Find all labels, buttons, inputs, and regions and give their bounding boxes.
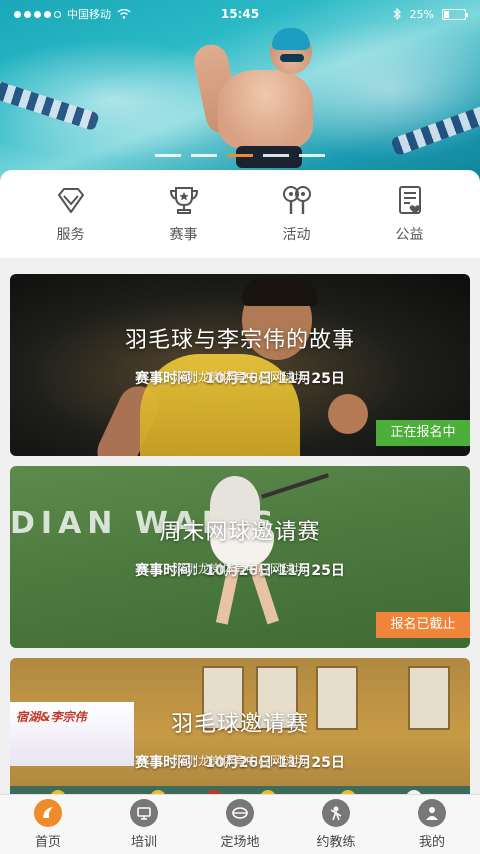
status-badge: 正在报名中 bbox=[376, 420, 470, 446]
clock: 15:45 bbox=[220, 7, 260, 21]
profile-icon bbox=[418, 799, 446, 827]
tab-label: 约教练 bbox=[316, 835, 356, 850]
carousel-dot[interactable] bbox=[155, 154, 181, 157]
trophy-icon bbox=[169, 187, 198, 214]
carousel-dot-active[interactable] bbox=[227, 154, 253, 157]
swimmer-body bbox=[218, 70, 313, 150]
event-card[interactable]: 羽毛球与李宗伟的故事 赛事时间：10月26日-11月25日 深圳龙岗体育中心网球… bbox=[10, 274, 470, 456]
tab-label: 定场地 bbox=[220, 835, 260, 850]
tab-profile[interactable]: 我的 bbox=[387, 799, 477, 850]
event-list: 羽毛球与李宗伟的故事 赛事时间：10月26日-11月25日 深圳龙岗体育中心网球… bbox=[10, 274, 470, 850]
tab-book-court[interactable]: 定场地 bbox=[195, 799, 285, 850]
event-title: 周末网球邀请赛 bbox=[159, 520, 321, 545]
category-charity[interactable]: 公益 bbox=[365, 184, 455, 244]
tab-home[interactable]: 首页 bbox=[3, 799, 93, 850]
category-label: 服务 bbox=[56, 227, 85, 243]
battery-icon bbox=[442, 8, 468, 20]
coach-icon bbox=[322, 799, 350, 827]
swim-shorts bbox=[236, 146, 302, 168]
status-badge: 报名已截止 bbox=[376, 612, 470, 638]
carousel-dot[interactable] bbox=[191, 154, 217, 157]
goggles bbox=[280, 54, 304, 62]
home-icon bbox=[34, 799, 62, 827]
event-venue: 深圳龙岗体育中心网球场 bbox=[173, 562, 306, 576]
category-label: 活动 bbox=[282, 227, 311, 243]
event-venue: 深圳龙岗体育中心网球场 bbox=[173, 754, 306, 768]
diamond-icon bbox=[57, 188, 84, 213]
tab-training[interactable]: 培训 bbox=[99, 799, 189, 850]
carousel-dot[interactable] bbox=[299, 154, 325, 157]
clipboard-heart-icon bbox=[398, 186, 421, 214]
court-booking-icon bbox=[226, 799, 254, 827]
category-service[interactable]: 服务 bbox=[26, 184, 116, 244]
bottom-tab-bar: 首页 培训 定场地 约教练 我的 bbox=[0, 794, 480, 854]
training-icon bbox=[130, 799, 158, 827]
carousel-dot[interactable] bbox=[263, 154, 289, 157]
event-title: 羽毛球邀请赛 bbox=[170, 712, 309, 737]
carousel-indicators bbox=[0, 154, 480, 157]
event-title: 羽毛球与李宗伟的故事 bbox=[124, 328, 355, 353]
category-label: 公益 bbox=[395, 227, 424, 243]
category-competition[interactable]: 赛事 bbox=[139, 184, 229, 244]
tab-label: 我的 bbox=[418, 835, 445, 850]
category-activity[interactable]: 活动 bbox=[252, 184, 342, 244]
event-venue: 深圳龙岗体育中心网球场 bbox=[173, 370, 306, 384]
tab-book-coach[interactable]: 约教练 bbox=[291, 799, 381, 850]
tab-label: 培训 bbox=[130, 835, 157, 850]
category-nav: 服务 赛事 活动 公益 bbox=[0, 170, 480, 258]
status-bar: 中国移动 15:45 25% bbox=[0, 0, 480, 28]
swim-cap bbox=[272, 28, 310, 50]
tab-label: 首页 bbox=[34, 835, 61, 850]
rackets-icon bbox=[282, 186, 311, 214]
category-label: 赛事 bbox=[169, 227, 198, 243]
event-card[interactable]: DIAN WALLS 周末网球邀请赛 赛事时间：10月26日-11月25日 深圳… bbox=[10, 466, 470, 648]
